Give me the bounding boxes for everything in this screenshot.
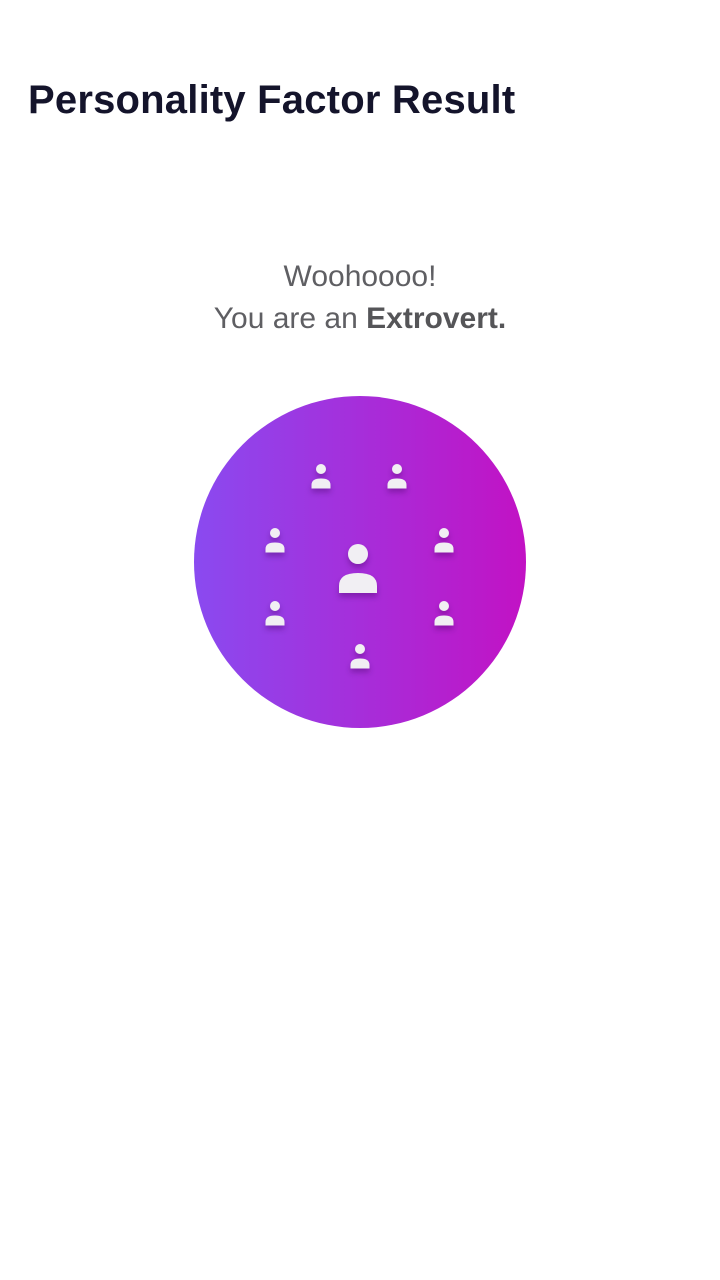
extrovert-illustration (194, 396, 526, 728)
result-suffix: . (497, 302, 507, 335)
page-title: Personality Factor Result (28, 78, 516, 122)
result-statement: You are an Extrovert. (0, 298, 720, 340)
result-prefix: You are an (213, 302, 367, 335)
group-people-icon (194, 396, 526, 728)
personality-type: Extrovert (366, 302, 498, 335)
result-message: Woohoooo! You are an Extrovert. (0, 256, 720, 340)
result-greeting: Woohoooo! (283, 260, 437, 293)
